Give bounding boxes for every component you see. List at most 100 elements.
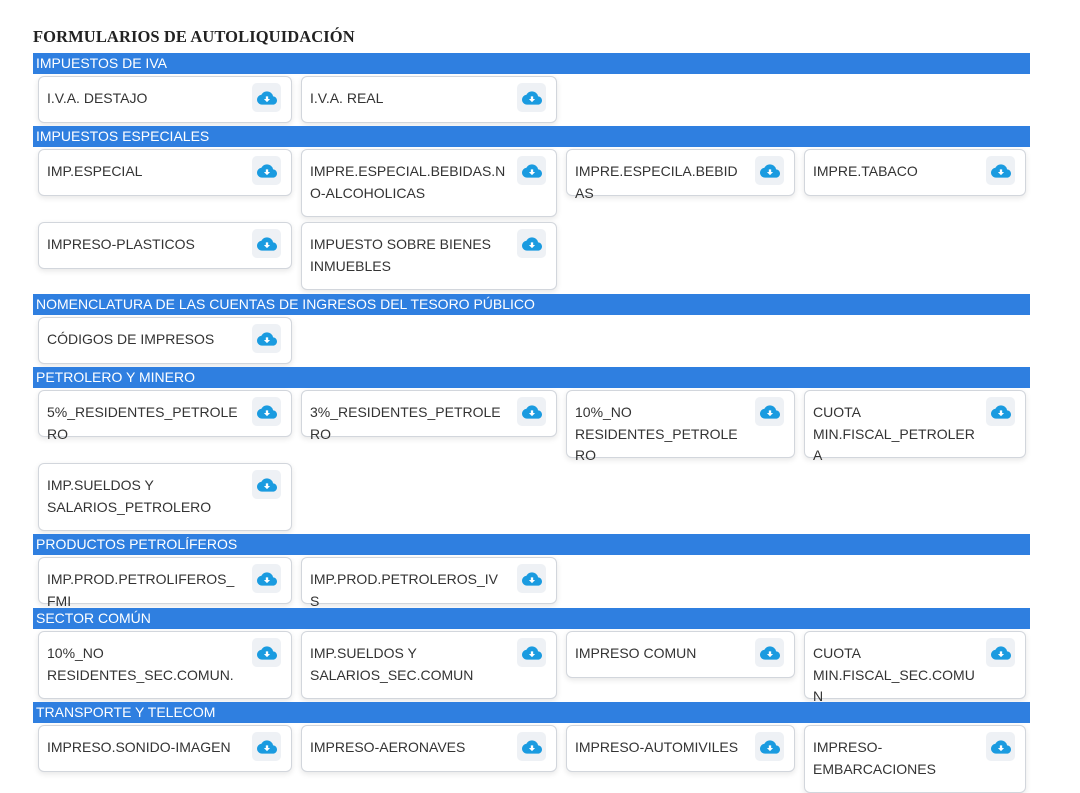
download-card-iva-real[interactable]: I.V.A. REAL bbox=[301, 76, 557, 123]
download-card-sueldos-salarios-petrolero[interactable]: IMP.SUELDOS Y SALARIOS_PETROLERO bbox=[38, 463, 292, 531]
download-button[interactable] bbox=[252, 229, 281, 258]
download-card-bienes-inmuebles[interactable]: IMPUESTO SOBRE BIENES INMUEBLES bbox=[301, 222, 557, 290]
download-card-tabaco[interactable]: IMPRE.TABACO bbox=[804, 149, 1026, 196]
download-button[interactable] bbox=[252, 638, 281, 667]
card-label: IMPRE.TABACO bbox=[813, 163, 918, 179]
card-label: IMPRE.ESPECILA.BEBIDAS bbox=[575, 163, 738, 201]
card-label: IMP.ESPECIAL bbox=[47, 163, 143, 179]
download-card-sonido-imagen[interactable]: IMPRESO.SONIDO-IMAGEN bbox=[38, 725, 292, 772]
section-header-petrolero-minero: PETROLERO Y MINERO bbox=[33, 367, 1030, 388]
section-header-iva: IMPUESTOS DE IVA bbox=[33, 53, 1030, 74]
card-label: IMP.PROD.PETROLIFEROS_FMI bbox=[47, 571, 235, 609]
card-label: 3%_RESIDENTES_PETROLERO bbox=[310, 404, 501, 442]
card-label: I.V.A. REAL bbox=[310, 90, 384, 106]
card-label: CUOTA MIN.FISCAL_PETROLERA bbox=[813, 404, 975, 463]
download-card-sueldos-salarios-sec-comun[interactable]: IMP.SUELDOS Y SALARIOS_SEC.COMUN bbox=[301, 631, 557, 699]
cloud-download-icon bbox=[759, 643, 780, 663]
download-button[interactable] bbox=[517, 229, 546, 258]
card-label: IMP.SUELDOS Y SALARIOS_PETROLERO bbox=[47, 477, 212, 515]
cloud-download-icon bbox=[256, 737, 277, 757]
download-card-impreso-comun[interactable]: IMPRESO COMUN bbox=[566, 631, 795, 678]
download-card-iva-destajo[interactable]: I.V.A. DESTAJO bbox=[38, 76, 292, 123]
download-card-5-residentes-petrolero[interactable]: 5%_RESIDENTES_PETROLERO bbox=[38, 390, 292, 442]
cloud-download-icon bbox=[256, 569, 277, 589]
cloud-download-icon bbox=[256, 402, 277, 422]
cloud-download-icon bbox=[990, 161, 1011, 181]
download-button[interactable] bbox=[252, 324, 281, 353]
download-button[interactable] bbox=[986, 156, 1015, 185]
cloud-download-icon bbox=[759, 402, 780, 422]
download-button[interactable] bbox=[252, 83, 281, 112]
download-card-bebidas[interactable]: IMPRE.ESPECILA.BEBIDAS bbox=[566, 149, 795, 201]
download-card-10-no-residentes-petrolero[interactable]: 10%_NO RESIDENTES_PETROLERO bbox=[566, 390, 795, 463]
download-button[interactable] bbox=[986, 397, 1015, 426]
download-card-embarcaciones[interactable]: IMPRESO-EMBARCACIONES bbox=[804, 725, 1026, 793]
download-button[interactable] bbox=[986, 732, 1015, 761]
section-header-productos-petroliferos: PRODUCTOS PETROLÍFEROS bbox=[33, 534, 1030, 555]
download-card-cuota-min-fiscal-sec-comun[interactable]: CUOTA MIN.FISCAL_SEC.COMUN bbox=[804, 631, 1026, 704]
cloud-download-icon bbox=[521, 737, 542, 757]
card-label: IMPRE.ESPECIAL.BEBIDAS.NO-ALCOHOLICAS bbox=[310, 163, 506, 201]
download-card-automiviles[interactable]: IMPRESO-AUTOMIVILES bbox=[566, 725, 795, 772]
download-card-prod-petroliferos-fmi[interactable]: IMP.PROD.PETROLIFEROS_FMI bbox=[38, 557, 292, 609]
section-header-nomenclatura: NOMENCLATURA DE LAS CUENTAS DE INGRESOS … bbox=[33, 294, 1030, 315]
card-label: IMPUESTO SOBRE BIENES INMUEBLES bbox=[310, 236, 492, 274]
cloud-download-icon bbox=[990, 643, 1011, 663]
cloud-download-icon bbox=[256, 643, 277, 663]
section-header-sector-comun: SECTOR COMÚN bbox=[33, 608, 1030, 629]
download-button[interactable] bbox=[517, 638, 546, 667]
card-label: IMPRESO-PLASTICOS bbox=[47, 236, 195, 252]
card-label: IMPRESO-AUTOMIVILES bbox=[575, 739, 739, 755]
download-button[interactable] bbox=[517, 156, 546, 185]
card-label: 10%_NO RESIDENTES_SEC.COMUN. bbox=[47, 645, 234, 683]
cloud-download-icon bbox=[256, 88, 277, 108]
download-button[interactable] bbox=[755, 397, 784, 426]
download-button[interactable] bbox=[252, 470, 281, 499]
cloud-download-icon bbox=[521, 402, 542, 422]
download-button[interactable] bbox=[517, 732, 546, 761]
section-header-transporte-telecom: TRANSPORTE Y TELECOM bbox=[33, 702, 1030, 723]
card-label: 10%_NO RESIDENTES_PETROLERO bbox=[575, 404, 738, 463]
cloud-download-icon bbox=[521, 643, 542, 663]
download-button[interactable] bbox=[517, 564, 546, 593]
card-label: CUOTA MIN.FISCAL_SEC.COMUN bbox=[813, 645, 975, 704]
card-label: CÓDIGOS DE IMPRESOS bbox=[47, 331, 215, 347]
card-label: IMPRESO COMUN bbox=[575, 645, 697, 661]
download-button[interactable] bbox=[252, 156, 281, 185]
card-label: IMPRESO.SONIDO-IMAGEN bbox=[47, 739, 231, 755]
download-card-3-residentes-petrolero[interactable]: 3%_RESIDENTES_PETROLERO bbox=[301, 390, 557, 442]
cloud-download-icon bbox=[521, 161, 542, 181]
download-card-bebidas-no-alcoholicas[interactable]: IMPRE.ESPECIAL.BEBIDAS.NO-ALCOHOLICAS bbox=[301, 149, 557, 217]
download-button[interactable] bbox=[986, 638, 1015, 667]
download-card-imp-especial[interactable]: IMP.ESPECIAL bbox=[38, 149, 292, 196]
cloud-download-icon bbox=[256, 475, 277, 495]
download-card-10-no-residentes-sec-comun[interactable]: 10%_NO RESIDENTES_SEC.COMUN. bbox=[38, 631, 292, 699]
download-card-plasticos[interactable]: IMPRESO-PLASTICOS bbox=[38, 222, 292, 269]
cloud-download-icon bbox=[990, 402, 1011, 422]
download-button[interactable] bbox=[252, 732, 281, 761]
download-button[interactable] bbox=[755, 156, 784, 185]
card-label: IMP.SUELDOS Y SALARIOS_SEC.COMUN bbox=[310, 645, 474, 683]
download-card-prod-petroleros-ivs[interactable]: IMP.PROD.PETROLEROS_IVS bbox=[301, 557, 557, 609]
cloud-download-icon bbox=[759, 737, 780, 757]
card-label: I.V.A. DESTAJO bbox=[47, 90, 148, 106]
section-header-especiales: IMPUESTOS ESPECIALES bbox=[33, 126, 1030, 147]
card-label: IMP.PROD.PETROLEROS_IVS bbox=[310, 571, 499, 609]
cloud-download-icon bbox=[256, 234, 277, 254]
download-button[interactable] bbox=[252, 564, 281, 593]
cloud-download-icon bbox=[256, 329, 277, 349]
download-card-codigos-impresos[interactable]: CÓDIGOS DE IMPRESOS bbox=[38, 317, 292, 364]
download-card-aeronaves[interactable]: IMPRESO-AERONAVES bbox=[301, 725, 557, 772]
download-button[interactable] bbox=[755, 732, 784, 761]
download-button[interactable] bbox=[517, 397, 546, 426]
download-button[interactable] bbox=[517, 83, 546, 112]
download-button[interactable] bbox=[755, 638, 784, 667]
cloud-download-icon bbox=[990, 737, 1011, 757]
card-label: 5%_RESIDENTES_PETROLERO bbox=[47, 404, 238, 442]
download-card-cuota-min-fiscal-petrolera[interactable]: CUOTA MIN.FISCAL_PETROLERA bbox=[804, 390, 1026, 463]
cloud-download-icon bbox=[521, 569, 542, 589]
cloud-download-icon bbox=[521, 88, 542, 108]
cloud-download-icon bbox=[256, 161, 277, 181]
card-label: IMPRESO-EMBARCACIONES bbox=[813, 739, 936, 777]
download-button[interactable] bbox=[252, 397, 281, 426]
